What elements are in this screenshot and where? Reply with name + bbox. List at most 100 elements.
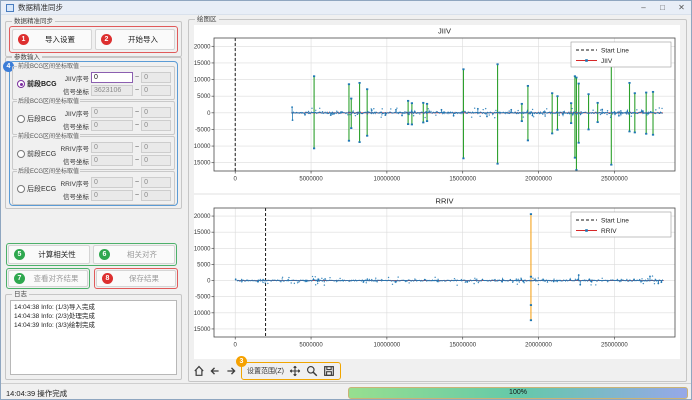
svg-text:15000: 15000 [194,61,211,67]
signal-coord-from-input[interactable] [91,85,133,96]
status-bar: 14:04:39 操作完成 100% [1,383,692,400]
close-button[interactable]: ✕ [672,1,691,14]
signal-coord-to-input[interactable] [141,155,171,166]
maximize-button[interactable]: □ [653,1,672,14]
signal-coord-to-input[interactable] [141,85,171,96]
log-list: 14:04:38 Info: (1/3)导入完成 14:04:38 Info: … [10,300,177,375]
svg-text:5000000: 5000000 [299,177,323,183]
svg-text:5000: 5000 [197,94,211,100]
signal-coord-to-input[interactable] [141,190,171,201]
svg-text:10000: 10000 [194,246,211,252]
import-settings-button[interactable]: 1 导入设置 [12,29,92,50]
svg-text:Start Line: Start Line [601,48,629,55]
minimize-button[interactable]: – [634,1,653,14]
section-rear-ecg: 后段ECG区间坐标取值 后段ECG RRIV序号 ~ 信号坐标 [12,171,175,205]
sync-group-label: 数据精准同步 [12,17,55,26]
app-window: 数据精准同步 – □ ✕ 数据精准同步 1 导入设置 2 开始导入 [0,0,692,400]
progress-label: 100% [509,389,527,396]
svg-text:20000000: 20000000 [525,177,552,183]
set-range-button[interactable]: 设置范围(Z) [247,366,284,376]
back-icon[interactable] [209,365,221,377]
window-title: 数据精准同步 [18,2,63,13]
status-message: 14:04:39 操作完成 [6,388,67,399]
rriv-index-to-input[interactable] [141,177,171,188]
plot-toolbar: 3 设置范围(Z) [193,361,341,381]
pan-icon[interactable] [289,365,301,377]
step-8-badge: 8 [102,273,113,284]
params-group: 参数输入 4 前段BCG区间坐标取值 前段BCG JIIV序号 ~ [5,57,182,209]
section-front-ecg-title: 前段ECG区间坐标取值 [17,133,80,141]
svg-text:5000000: 5000000 [299,343,323,349]
tilde: ~ [135,74,139,81]
radio-icon [17,150,25,158]
svg-text:-10000: -10000 [194,144,211,150]
rriv-index-to-input[interactable] [141,142,171,153]
compute-correlation-label: 计算相关性 [30,249,84,260]
log-entry: 14:04:39 Info: (3/3)绘制完成 [14,321,173,330]
radio-icon [17,185,25,193]
section-front-ecg: 前段ECG区间坐标取值 前段ECG RRIV序号 ~ 信号坐标 [12,136,175,170]
forward-icon[interactable] [225,365,237,377]
svg-text:20000000: 20000000 [525,343,552,349]
window-titlebar: 数据精准同步 – □ ✕ [1,1,691,15]
jiiv-index-to-input[interactable] [141,107,171,118]
tilde: ~ [135,192,139,199]
front-bcg-radio[interactable]: 前段BCG [17,79,57,89]
signal-coord-to-input[interactable] [141,120,171,131]
home-icon[interactable] [193,365,205,377]
front-ecg-radio[interactable]: 前段ECG [17,149,56,159]
tilde: ~ [135,157,139,164]
jiiv-index-to-input[interactable] [141,72,171,83]
log-entry: 14:04:38 Info: (1/3)导入完成 [14,303,173,312]
save-result-button[interactable]: 8 保存结果 [96,270,176,287]
section-front-bcg-title: 前段BCG区间坐标取值 [17,63,80,71]
signal-coord-label: 信号坐标 [57,191,89,201]
tilde: ~ [135,179,139,186]
compute-correlation-button[interactable]: 5 计算相关性 [8,245,90,264]
section-rear-bcg: 后段BCG区间坐标取值 后段BCG JIIV序号 ~ 信号坐标 [12,101,175,135]
rriv-index-from-input[interactable] [91,142,133,153]
signal-coord-label: 信号坐标 [57,156,89,166]
svg-text:20000: 20000 [194,214,211,220]
signal-coord-label: 信号坐标 [57,86,89,96]
view-result-box: 7 查看对齐结果 [6,268,90,289]
signal-coord-from-input[interactable] [91,155,133,166]
section-rear-ecg-title: 后段ECG区间坐标取值 [17,168,80,176]
params-box: 4 前段BCG区间坐标取值 前段BCG JIIV序号 ~ 信号坐标 [9,61,178,206]
svg-text:RRIV: RRIV [601,228,617,235]
svg-text:25000000: 25000000 [601,343,628,349]
rriv-index-label: RRIV序号 [57,178,89,188]
signal-coord-from-input[interactable] [91,120,133,131]
view-align-result-button[interactable]: 7 查看对齐结果 [8,270,88,287]
progress-bar: 100% [348,387,688,399]
rriv-index-from-input[interactable] [91,177,133,188]
rriv-chart[interactable]: 0500000010000000150000002000000025000000… [194,195,680,359]
step-5-badge: 5 [14,249,25,260]
section-front-bcg: 前段BCG区间坐标取值 前段BCG JIIV序号 ~ 信号坐标 [12,66,175,100]
svg-text:15000000: 15000000 [449,343,476,349]
tilde: ~ [135,109,139,116]
svg-text:-10000: -10000 [194,311,211,317]
start-import-button[interactable]: 2 开始导入 [95,29,175,50]
start-import-label: 开始导入 [117,34,169,45]
zoom-icon[interactable] [306,365,318,377]
jiiv-index-from-input[interactable] [91,72,133,83]
jiiv-chart[interactable]: 0500000010000000150000002000000025000000… [194,25,680,193]
svg-text:-5000: -5000 [195,295,211,301]
rear-bcg-radio[interactable]: 后段BCG [17,114,56,124]
app-icon [6,4,14,12]
jiiv-index-from-input[interactable] [91,107,133,118]
save-icon[interactable] [323,365,335,377]
save-result-label: 保存结果 [118,273,170,284]
step-3-badge: 3 [236,356,247,367]
correlation-align-button[interactable]: 6 相关对齐 [93,245,175,264]
signal-coord-from-input[interactable] [91,190,133,201]
radio-selected-icon [17,80,25,88]
svg-text:-15000: -15000 [194,327,211,333]
tilde: ~ [135,144,139,151]
log-entry: 14:04:38 Info: (2/3)处理完成 [14,312,173,321]
jiiv-index-label: JIIV序号 [57,108,89,118]
plot-area-label: 绘图区 [195,15,219,24]
rear-ecg-radio[interactable]: 后段ECG [17,184,56,194]
svg-text:5000: 5000 [197,262,211,268]
